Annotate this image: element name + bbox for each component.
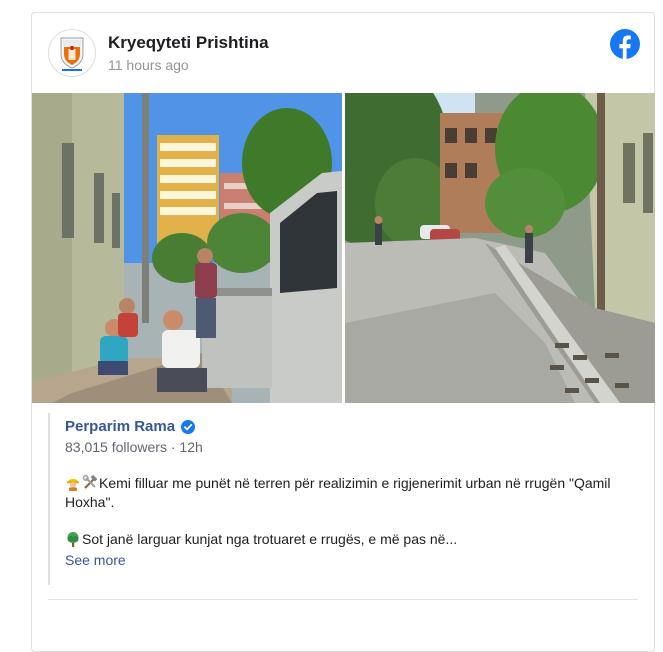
paragraph-1-text: Kemi filluar me punët në terren për real… [65, 475, 611, 510]
post-text-paragraph-1: Kemi filluar me punët në terren për real… [65, 474, 625, 512]
shared-post-quote: Perparim Rama 83,015 followers · 12h Kem… [48, 413, 638, 585]
author-meta: 83,015 followers · 12h [65, 439, 203, 455]
page-name-link[interactable]: Kryeqyteti Prishtina [108, 33, 269, 53]
prishtina-logo-icon [60, 37, 84, 71]
author-name-link[interactable]: Perparim Rama [65, 418, 175, 435]
verified-badge-icon [181, 419, 196, 434]
page-avatar[interactable] [48, 29, 96, 77]
post-header: Kryeqyteti Prishtina 11 hours ago [48, 27, 640, 81]
facebook-post-card: Kryeqyteti Prishtina 11 hours ago Perpar… [31, 12, 655, 652]
shared-post-age[interactable]: 12h [179, 439, 202, 455]
follower-count: 83,015 followers [65, 439, 167, 455]
tree-emoji [67, 532, 79, 547]
paragraph-2-text: Sot janë larguar kunjat nga trotuaret e … [82, 531, 458, 547]
post-timestamp[interactable]: 11 hours ago [108, 57, 189, 73]
facebook-icon[interactable] [610, 29, 640, 59]
hammer-and-wrench-emoji [82, 475, 98, 489]
see-more-link[interactable]: See more [65, 552, 126, 568]
photo-workers[interactable] [32, 93, 342, 403]
post-photos [32, 93, 655, 403]
post-text-paragraph-2: Sot janë larguar kunjat nga trotuaret e … [65, 530, 625, 549]
meta-separator: · [170, 439, 176, 455]
post-divider [48, 599, 638, 600]
photo-street[interactable] [345, 93, 655, 403]
author-row: Perparim Rama [65, 418, 196, 435]
construction-worker-emoji [67, 479, 79, 491]
